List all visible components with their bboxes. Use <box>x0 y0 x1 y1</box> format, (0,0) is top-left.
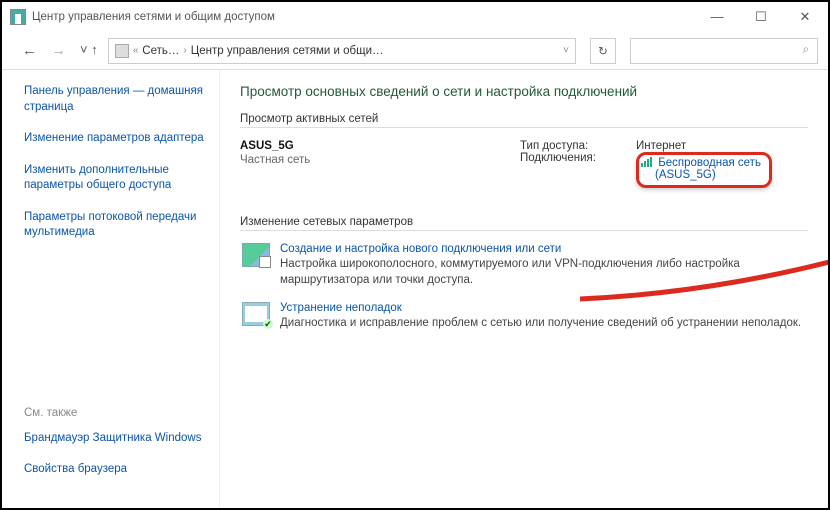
access-type-label: Тип доступа: <box>520 140 628 152</box>
troubleshoot-icon <box>242 302 270 326</box>
see-also-firewall[interactable]: Брандмауэр Защитника Windows <box>24 431 209 447</box>
back-button[interactable]: ← <box>22 42 37 59</box>
maximize-button[interactable]: ☐ <box>746 9 776 25</box>
dropdown-chevron-icon[interactable]: ˅ <box>563 45 569 56</box>
window-title: Центр управления сетями и общим доступом <box>32 11 275 23</box>
sidebar-link-sharing[interactable]: Изменить дополнительные параметры общего… <box>24 163 209 194</box>
minimize-button[interactable]: — <box>702 9 732 25</box>
active-networks-label: Просмотр активных сетей <box>240 113 808 125</box>
new-connection-link[interactable]: Создание и настройка нового подключения … <box>280 243 808 255</box>
sidebar-link-adapter[interactable]: Изменение параметров адаптера <box>24 131 209 147</box>
breadcrumb-current[interactable]: Центр управления сетями и общи… <box>191 45 384 57</box>
network-name: ASUS_5G <box>240 140 520 152</box>
troubleshoot-link[interactable]: Устранение неполадок <box>280 302 801 314</box>
breadcrumb-root[interactable]: Сеть… <box>142 45 179 57</box>
location-icon <box>115 44 129 58</box>
network-type: Частная сеть <box>240 154 520 166</box>
troubleshoot-desc: Диагностика и исправление проблем с сеть… <box>280 316 801 332</box>
chevron-right-icon: › <box>183 45 186 56</box>
refresh-button[interactable]: ↻ <box>590 38 616 64</box>
connections-label: Подключения: <box>520 152 628 164</box>
connection-link[interactable]: Беспроводная сеть <box>658 157 761 169</box>
connection-link-sub[interactable]: (ASUS_5G) <box>655 169 761 181</box>
sidebar-link-home[interactable]: Панель управления — домашняя страница <box>24 84 209 115</box>
wifi-signal-icon <box>641 157 653 167</box>
connection-link-highlight: Беспроводная сеть (ASUS_5G) <box>636 152 772 188</box>
new-connection-icon <box>242 243 270 267</box>
sidebar-link-streaming[interactable]: Параметры потоковой передачи мультимедиа <box>24 210 209 241</box>
see-also-browser[interactable]: Свойства браузера <box>24 462 209 478</box>
see-also-label: См. также <box>24 407 209 419</box>
chevron-icon: « <box>133 45 139 56</box>
access-type-value: Интернет <box>636 140 772 152</box>
page-heading: Просмотр основных сведений о сети и наст… <box>240 84 808 99</box>
search-icon: ⌕ <box>803 44 809 57</box>
forward-button[interactable]: → <box>51 42 66 59</box>
change-settings-label: Изменение сетевых параметров <box>240 216 808 228</box>
address-bar[interactable]: « Сеть… › Центр управления сетями и общи… <box>108 38 576 64</box>
app-icon <box>10 9 26 25</box>
new-connection-desc: Настройка широкополосного, коммутируемог… <box>280 257 808 288</box>
search-input[interactable]: ⌕ <box>630 38 818 64</box>
close-button[interactable]: ✕ <box>790 9 820 25</box>
up-button[interactable]: ˅ ↑ <box>80 42 98 59</box>
